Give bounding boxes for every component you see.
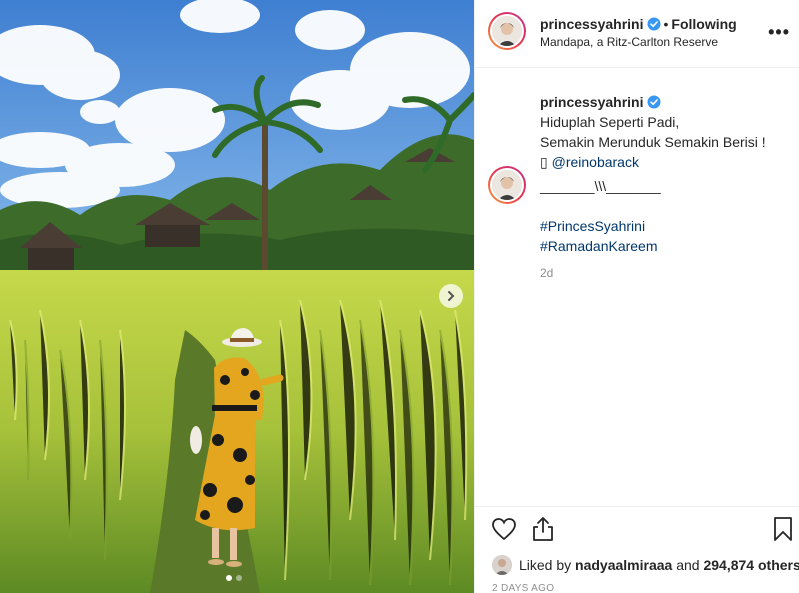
post-side-panel: princessyahrini • Following Mandapa, a Ri…: [474, 0, 799, 593]
liker-photo: [492, 555, 512, 575]
header-avatar[interactable]: [488, 12, 526, 50]
caption-timestamp[interactable]: 2d: [540, 266, 553, 280]
mention-link[interactable]: @reinobarack: [552, 154, 639, 170]
heart-icon: [492, 518, 516, 541]
header-separator: •: [663, 16, 669, 32]
likes-and: and: [676, 557, 700, 573]
caption-line-1: Hiduplah Seperti Padi,: [540, 114, 680, 130]
post-header: princessyahrini • Following Mandapa, a Ri…: [475, 0, 799, 68]
hashtag-link[interactable]: #PrincesSyahrini: [540, 216, 658, 236]
post-actions: Liked by nadyaalmiraaa and 294,874 other…: [475, 506, 799, 593]
more-options-icon[interactable]: •••: [768, 22, 790, 43]
liker-avatar[interactable]: [492, 555, 512, 575]
like-button[interactable]: [491, 517, 517, 546]
header-user-line: princessyahrini • Following: [540, 16, 737, 32]
likes-summary: Liked by nadyaalmiraaa and 294,874 other…: [492, 555, 799, 575]
carousel-dot: [236, 575, 242, 581]
caption-line-2: Semakin Merunduk Semakin Berisi !: [540, 134, 766, 150]
post-timestamp[interactable]: 2 DAYS AGO: [492, 583, 554, 593]
post-caption: princessyahrini Hiduplah Seperti Padi, S…: [540, 92, 790, 172]
bookmark-icon: [774, 517, 792, 541]
mention-prefix-glyph: ▯: [540, 154, 548, 170]
header-username[interactable]: princessyahrini: [540, 16, 644, 32]
post-photo[interactable]: [0, 0, 474, 593]
carousel-next-button[interactable]: [439, 284, 463, 308]
likes-prefix: Liked by: [519, 557, 572, 573]
verified-badge-icon: [647, 17, 660, 31]
likes-count-link[interactable]: 294,874 others: [703, 557, 799, 573]
caption-divider-text: _______\\\_______: [540, 178, 661, 194]
hashtag-list: #PrincesSyahrini #RamadanKareem: [540, 216, 658, 256]
following-button[interactable]: Following: [671, 16, 736, 32]
caption-username[interactable]: princessyahrini: [540, 94, 644, 110]
share-button[interactable]: [531, 516, 555, 547]
carousel-dot-active: [226, 575, 232, 581]
verified-badge-icon: [647, 95, 660, 109]
caption-avatar[interactable]: [488, 166, 526, 204]
share-icon: [533, 517, 553, 541]
location-link[interactable]: Mandapa, a Ritz-Carlton Reserve: [540, 35, 718, 49]
save-button[interactable]: [773, 516, 793, 547]
liker-username[interactable]: nadyaalmiraaa: [575, 557, 672, 573]
profile-photo: [492, 170, 522, 200]
carousel-indicator: [226, 575, 242, 581]
profile-photo: [492, 16, 522, 46]
chevron-right-icon: [448, 291, 455, 301]
hashtag-link[interactable]: #RamadanKareem: [540, 236, 658, 256]
rice-field-image: [0, 0, 474, 593]
